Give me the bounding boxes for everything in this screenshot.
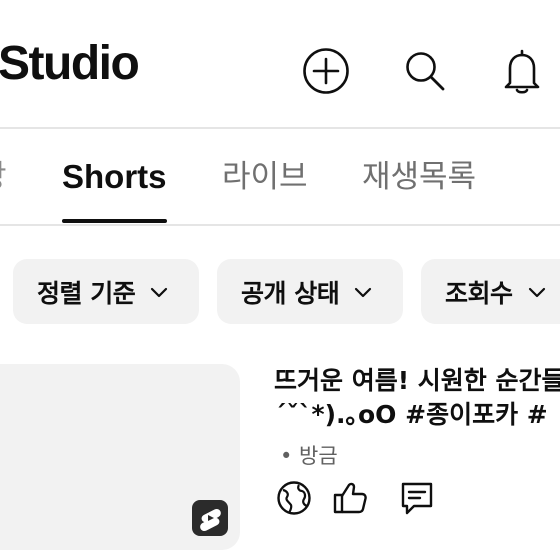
active-tab-indicator (62, 219, 167, 223)
tab-shorts[interactable]: Shorts (62, 159, 167, 195)
chip-label: 정렬 기준 (37, 278, 136, 308)
tab-playlists[interactable]: 재생목록 (362, 159, 476, 195)
app-header: Studio (0, 0, 560, 128)
chip-label: 조회수 (445, 278, 513, 308)
app-title: Studio (0, 37, 140, 90)
tabs-divider (0, 224, 560, 226)
video-title-line: 뜨거운 여름! 시원한 순간들 (274, 366, 560, 395)
studio-content-page: Studio 상 Shorts 라이브 재생목록 (0, 0, 560, 560)
add-circle-icon[interactable] (301, 46, 351, 96)
video-title-line: ´ˇ`*).｡oO #종이포카 # (274, 400, 548, 429)
tab-live[interactable]: 라이브 (222, 159, 308, 195)
content-tabs: 상 Shorts 라이브 재생목록 (0, 129, 560, 225)
chip-label: 공개 상태 (241, 278, 340, 308)
thumbs-up-icon[interactable] (331, 479, 369, 517)
search-icon[interactable] (399, 46, 449, 96)
tab-posts[interactable]: 상 (0, 159, 7, 195)
video-title[interactable]: 뜨거운 여름! 시원한 순간들 ´ˇ`*).｡oO #종이포카 # (274, 364, 560, 432)
chevron-down-icon (149, 282, 169, 302)
shorts-logo-icon (192, 500, 228, 536)
video-publish-time: • 방금 (280, 444, 338, 468)
chevron-down-icon (527, 282, 547, 302)
globe-icon[interactable] (275, 479, 313, 517)
sort-filter-chip[interactable]: 정렬 기준 (13, 259, 199, 324)
views-filter-chip[interactable]: 조회수 (421, 259, 560, 324)
chevron-down-icon (353, 282, 373, 302)
comment-icon[interactable] (398, 479, 436, 517)
visibility-filter-chip[interactable]: 공개 상태 (217, 259, 403, 324)
bell-icon[interactable] (497, 46, 547, 96)
